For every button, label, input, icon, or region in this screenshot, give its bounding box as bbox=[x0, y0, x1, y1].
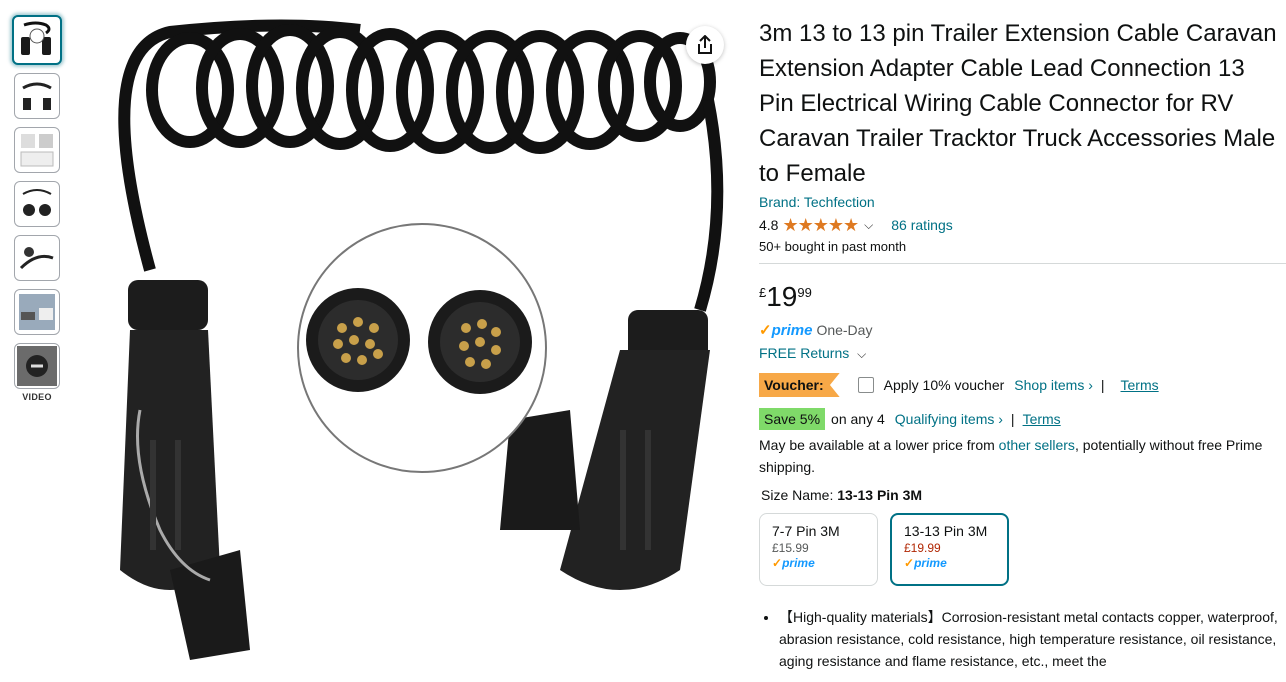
size-option-name: 7-7 Pin 3M bbox=[772, 523, 840, 539]
thumbnail-6[interactable] bbox=[14, 289, 60, 335]
thumbnail-3[interactable] bbox=[14, 127, 60, 173]
main-product-image[interactable] bbox=[80, 10, 730, 682]
prime-badge: ✓prime bbox=[772, 556, 865, 570]
brand-link[interactable]: Brand: Techfection bbox=[759, 194, 1286, 210]
rating-row: 4.8 ★★★★★ ⌵ 86 ratings bbox=[759, 214, 1286, 236]
prime-logo: prime bbox=[914, 556, 947, 570]
size-option-price: £15.99 bbox=[772, 541, 809, 555]
voucher-row: Voucher: Apply 10% voucher Shop items › … bbox=[759, 372, 1286, 398]
prime-logo: prime bbox=[771, 321, 813, 339]
separator: | bbox=[1100, 377, 1105, 393]
voucher-text: Apply 10% voucher bbox=[883, 377, 1005, 393]
price: £ 19 99 bbox=[759, 282, 1286, 316]
thumbnail-strip: VIDEO bbox=[12, 15, 64, 402]
size-label-prefix: Size Name: bbox=[761, 487, 838, 503]
price-whole: 19 bbox=[766, 281, 798, 312]
size-option-name: 13-13 Pin 3M bbox=[904, 523, 988, 539]
rating-value: 4.8 bbox=[759, 217, 779, 233]
size-options: 7-7 Pin 3M £15.99 ✓prime 13-13 Pin 3M £1… bbox=[759, 513, 1286, 586]
coil-thumb-icon bbox=[22, 82, 52, 110]
ratings-count-link[interactable]: 86 ratings bbox=[891, 217, 952, 233]
share-icon bbox=[698, 35, 712, 54]
other-sellers-link[interactable]: other sellers bbox=[999, 437, 1075, 453]
prime-badge: ✓prime bbox=[904, 556, 995, 570]
price-symbol: £ bbox=[759, 285, 767, 300]
delivery-speed: One-Day bbox=[816, 322, 873, 338]
availability-note: May be available at a lower price from o… bbox=[759, 434, 1286, 478]
bought-in-past-month: 50+ bought in past month bbox=[759, 239, 907, 254]
thumbnail-4[interactable] bbox=[14, 181, 60, 227]
availability-prefix: May be available at a lower price from bbox=[759, 437, 999, 453]
size-option-7-7[interactable]: 7-7 Pin 3M £15.99 ✓prime bbox=[759, 513, 878, 586]
video-thumb-icon bbox=[17, 346, 57, 386]
price-fraction: 99 bbox=[797, 285, 812, 300]
voucher-checkbox[interactable] bbox=[857, 377, 874, 393]
product-title: 3m 13 to 13 pin Trailer Extension Cable … bbox=[759, 20, 1277, 187]
divider bbox=[759, 263, 1286, 264]
prime-logo: prime bbox=[782, 556, 815, 570]
diagram-thumb-icon bbox=[20, 134, 54, 167]
save-badge: Save 5% bbox=[759, 408, 826, 430]
size-option-13-13[interactable]: 13-13 Pin 3M £19.99 ✓prime bbox=[890, 513, 1009, 586]
selected-size: 13-13 Pin 3M bbox=[837, 487, 923, 503]
free-returns-link[interactable]: FREE Returns ⌵ bbox=[759, 345, 1286, 365]
video-label: VIDEO bbox=[22, 392, 52, 402]
prime-delivery: ✓ prime One-Day bbox=[759, 320, 1286, 340]
prime-check-icon: ✓ bbox=[772, 556, 783, 570]
size-option-price: £19.99 bbox=[904, 541, 941, 555]
chevron-down-icon: ⌵ bbox=[857, 347, 867, 361]
free-returns-label: FREE Returns bbox=[759, 345, 850, 361]
prime-check-icon: ✓ bbox=[759, 322, 772, 339]
thumbnail-5[interactable] bbox=[14, 235, 60, 281]
shop-items-link[interactable]: Shop items › bbox=[1014, 377, 1093, 393]
feature-bullets: 【High-quality materials】Corrosion-resist… bbox=[779, 606, 1286, 672]
product-info: 3m 13 to 13 pin Trailer Extension Cable … bbox=[759, 16, 1286, 672]
voucher-terms-link[interactable]: Terms bbox=[1121, 377, 1159, 393]
chevron-down-icon[interactable]: ⌵ bbox=[864, 218, 873, 233]
prime-check-icon: ✓ bbox=[904, 556, 915, 570]
connectors-thumb-icon bbox=[22, 189, 52, 216]
star-rating-icon[interactable]: ★★★★★ bbox=[782, 216, 859, 234]
qualifying-items-link[interactable]: Qualifying items › bbox=[895, 411, 1003, 427]
plug-thumb-icon bbox=[19, 247, 54, 270]
thumbnail-7-video[interactable] bbox=[14, 343, 60, 389]
save-terms-link[interactable]: Terms bbox=[1023, 411, 1061, 427]
thumbnail-1[interactable] bbox=[12, 15, 62, 65]
thumbnail-2[interactable] bbox=[14, 73, 60, 119]
share-button[interactable] bbox=[686, 26, 724, 64]
cable-thumb-icon bbox=[21, 21, 51, 55]
size-name-label: Size Name: 13-13 Pin 3M bbox=[761, 487, 1286, 503]
trailer-cable-image bbox=[118, 19, 724, 660]
save-row: Save 5% on any 4 Qualifying items › | Te… bbox=[759, 408, 1286, 430]
vehicles-thumb-icon bbox=[19, 294, 55, 330]
separator: | bbox=[1010, 411, 1015, 427]
voucher-badge: Voucher: bbox=[759, 373, 840, 397]
save-text: on any 4 bbox=[831, 411, 885, 427]
feature-bullet: 【High-quality materials】Corrosion-resist… bbox=[779, 606, 1286, 672]
